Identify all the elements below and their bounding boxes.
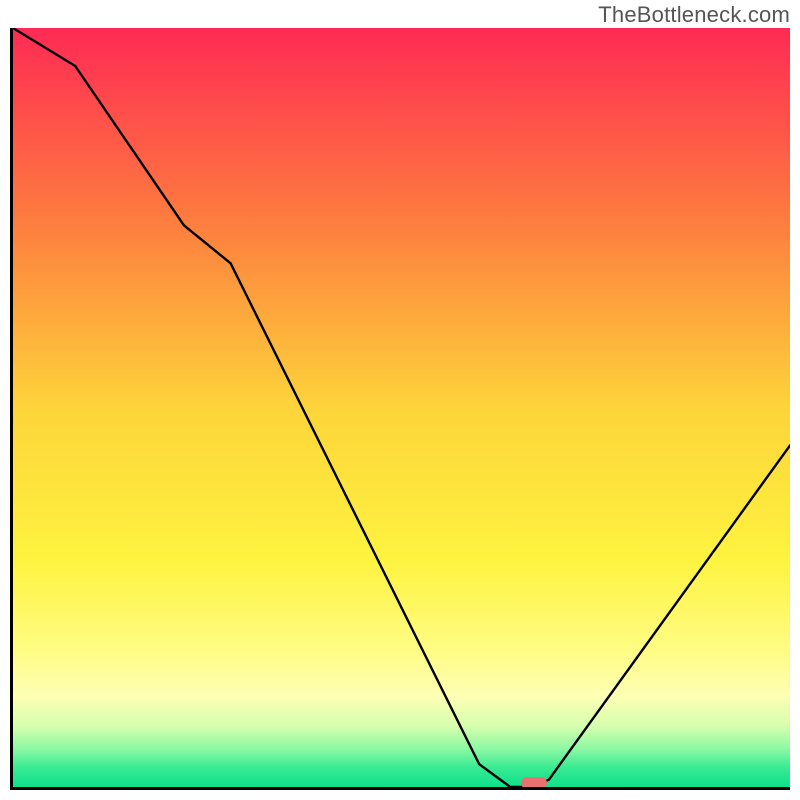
chart-background [13, 28, 790, 787]
watermark-text: TheBottleneck.com [598, 2, 790, 28]
chart-svg [13, 28, 790, 787]
chart-plot-area [13, 28, 790, 787]
optimal-marker [521, 777, 547, 787]
